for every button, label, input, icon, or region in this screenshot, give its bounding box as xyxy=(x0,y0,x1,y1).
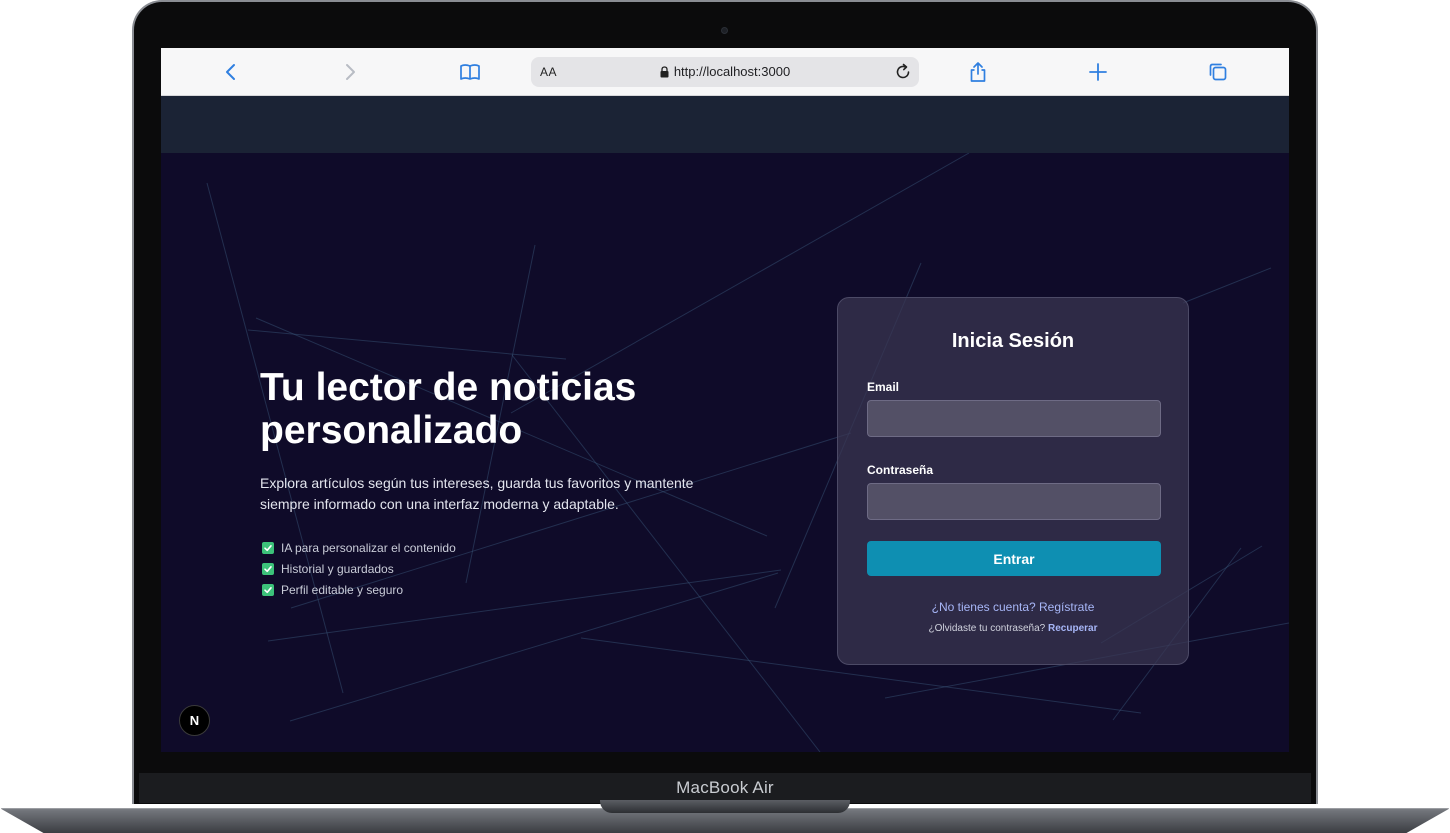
feature-label: Historial y guardados xyxy=(281,561,394,576)
forgot-password-text: ¿Olvidaste tu contraseña? xyxy=(928,623,1046,634)
feature-list: IA para personalizar el contenido Histor… xyxy=(262,537,456,600)
tabs-button[interactable] xyxy=(1205,59,1231,85)
laptop-chin: MacBook Air xyxy=(139,773,1311,803)
nextjs-badge[interactable]: N xyxy=(179,705,210,736)
list-item: Perfil editable y seguro xyxy=(262,579,456,600)
list-item: IA para personalizar el contenido xyxy=(262,537,456,558)
checkmark-icon xyxy=(262,583,274,596)
camera-icon xyxy=(721,27,728,34)
address-bar[interactable]: AA http://localhost:3000 xyxy=(531,57,919,87)
book-icon xyxy=(460,64,480,80)
recover-link[interactable]: Recuperar xyxy=(1048,623,1097,634)
url-text: http://localhost:3000 xyxy=(673,64,791,79)
login-card: Inicia Sesión Email Contraseña Entrar ¿N… xyxy=(837,297,1189,665)
back-button[interactable] xyxy=(218,59,244,85)
email-field[interactable] xyxy=(867,400,1161,437)
chevron-right-icon xyxy=(346,64,355,80)
new-tab-button[interactable] xyxy=(1085,59,1111,85)
email-label: Email xyxy=(867,380,900,394)
submit-button[interactable]: Entrar xyxy=(867,541,1161,576)
checkmark-icon xyxy=(262,562,274,575)
browser-toolbar: AA http://localhost:3000 xyxy=(161,48,1289,96)
password-field[interactable] xyxy=(867,483,1161,520)
chevron-left-icon xyxy=(226,64,235,80)
hero-title: Tu lector de noticias personalizado xyxy=(260,366,637,452)
device-label: MacBook Air xyxy=(676,778,774,797)
register-link[interactable]: ¿No tienes cuenta? Regístrate xyxy=(838,600,1188,614)
hero-description: Explora artículos según tus intereses, g… xyxy=(260,475,694,512)
password-label: Contraseña xyxy=(867,463,934,477)
checkmark-icon xyxy=(262,541,274,554)
feature-label: IA para personalizar el contenido xyxy=(281,540,456,555)
lock-icon xyxy=(660,65,669,77)
bookmarks-button[interactable] xyxy=(457,59,483,85)
share-button[interactable] xyxy=(965,59,991,85)
share-icon xyxy=(970,62,986,82)
forgot-password-line: ¿Olvidaste tu contraseña? Recuperar xyxy=(838,623,1188,634)
screen: AA http://localhost:3000 Tu lector de no… xyxy=(161,48,1289,752)
site-header xyxy=(161,96,1289,153)
feature-label: Perfil editable y seguro xyxy=(281,582,404,597)
reload-icon[interactable] xyxy=(893,62,913,82)
login-title: Inicia Sesión xyxy=(951,330,1075,352)
list-item: Historial y guardados xyxy=(262,558,456,579)
plus-icon xyxy=(1089,63,1107,81)
laptop-notch xyxy=(600,800,850,813)
tabs-icon xyxy=(1209,63,1227,81)
forward-button[interactable] xyxy=(337,59,363,85)
